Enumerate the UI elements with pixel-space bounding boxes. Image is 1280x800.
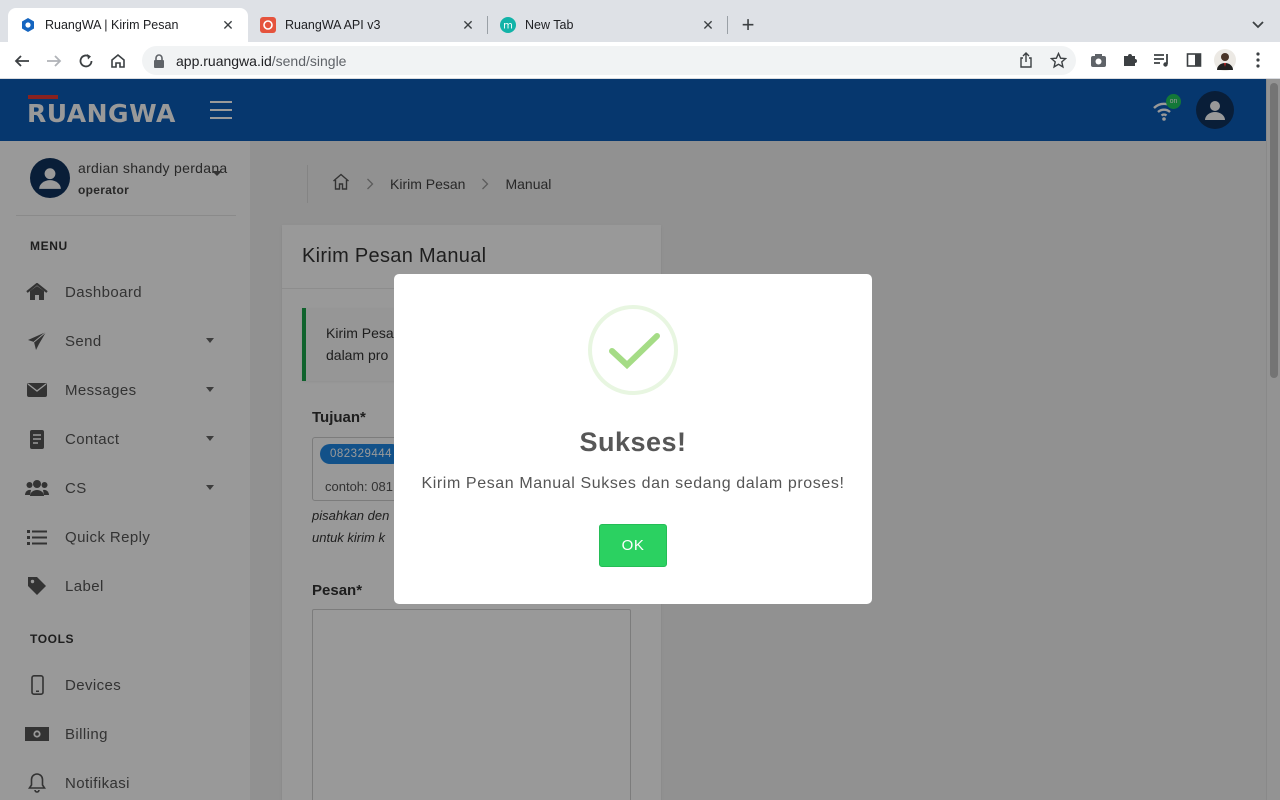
success-check-icon: [588, 305, 678, 395]
lock-icon: [152, 53, 166, 68]
browser-tab-kirim-pesan[interactable]: RuangWA | Kirim Pesan ✕: [8, 8, 248, 42]
chevron-down-icon[interactable]: [1248, 13, 1268, 37]
forward-arrow-icon[interactable]: [41, 48, 67, 74]
camera-icon[interactable]: [1086, 48, 1110, 72]
browser-tab-api[interactable]: RuangWA API v3 ✕: [248, 8, 488, 42]
page-viewport: RUANGWA on ardian shandy perdana operato…: [0, 79, 1280, 800]
browser-tab-strip: RuangWA | Kirim Pesan ✕ RuangWA API v3 ✕…: [0, 0, 1280, 42]
teal-m-icon: m: [500, 17, 516, 33]
close-tab-icon[interactable]: ✕: [220, 17, 236, 33]
home-button-icon[interactable]: [105, 48, 131, 74]
ok-button[interactable]: OK: [599, 524, 667, 567]
modal-message: Kirim Pesan Manual Sukses dan sedang dal…: [421, 475, 845, 492]
close-tab-icon[interactable]: ✕: [460, 17, 476, 33]
svg-text:m: m: [503, 21, 513, 32]
tab-title: New Tab: [525, 18, 574, 32]
address-bar[interactable]: app.ruangwa.id/send/single: [142, 46, 1076, 75]
bookmark-star-icon[interactable]: [1046, 48, 1070, 72]
tab-separator: [727, 16, 728, 34]
share-icon[interactable]: [1014, 48, 1038, 72]
success-modal: Sukses! Kirim Pesan Manual Sukses dan se…: [394, 274, 872, 604]
api-orange-icon: [260, 17, 276, 33]
side-panel-icon[interactable]: [1182, 48, 1206, 72]
ruangwa-hex-icon: [20, 17, 36, 33]
reload-icon[interactable]: [73, 48, 99, 74]
close-tab-icon[interactable]: ✕: [700, 17, 716, 33]
browser-toolbar: app.ruangwa.id/send/single: [0, 42, 1280, 79]
tab-title: RuangWA API v3: [285, 18, 381, 32]
url-text: app.ruangwa.id/send/single: [176, 52, 347, 69]
media-queue-icon[interactable]: [1150, 48, 1174, 72]
extensions-puzzle-icon[interactable]: [1118, 48, 1142, 72]
browser-tab-new[interactable]: m New Tab ✕: [488, 8, 728, 42]
tab-title: RuangWA | Kirim Pesan: [45, 18, 179, 32]
profile-avatar-icon[interactable]: [1213, 48, 1237, 72]
new-tab-plus-icon[interactable]: +: [736, 12, 760, 37]
more-vertical-icon[interactable]: [1246, 48, 1270, 72]
back-arrow-icon[interactable]: [9, 48, 35, 74]
modal-title: Sukses!: [579, 427, 687, 457]
